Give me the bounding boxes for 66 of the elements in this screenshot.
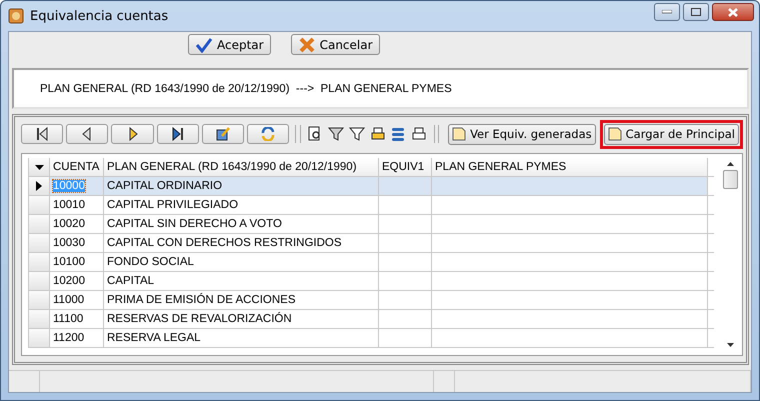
table-cell: 10030 [53,237,85,249]
table-row[interactable]: 11000 PRIMA DE EMISIÓN DE ACCIONES [28,291,714,310]
edit-icon [215,127,232,141]
scroll-up-icon[interactable] [727,162,734,166]
table-cell: CAPITAL ORDINARIO [107,180,222,192]
table-cell: 11100 [53,313,84,325]
prev-button[interactable] [66,124,108,144]
layers-icon [390,126,406,142]
action-button[interactable]: Cargar de Principal [604,124,739,144]
table-row[interactable]: 10030 CAPITAL CON DERECHOS RESTRINGIDOS [28,234,714,253]
column-header[interactable]: PLAN GENERAL (RD 1643/1990 de 20/12/1990) [104,158,379,176]
table-cell: 10020 [53,218,85,230]
table-cell: 10100 [53,256,85,268]
checkmark-icon [195,36,213,52]
accept-button[interactable]: Aceptar [188,34,271,55]
table-cell: PRIMA DE EMISIÓN DE ACCIONES [107,294,296,306]
table-cell: CAPITAL PRIVILEGIADO [107,199,238,211]
row-indicator[interactable] [28,177,50,195]
cross-icon [298,36,316,52]
close-icon [727,8,739,16]
table-row[interactable]: 10100 FONDO SOCIAL [28,253,714,272]
next-button[interactable] [111,124,154,144]
minimize-button[interactable] [654,3,680,21]
table-cell: CAPITAL [107,275,154,287]
app-icon [8,8,24,24]
refresh-button[interactable] [247,124,290,144]
last-button[interactable] [156,124,199,144]
close-button[interactable] [712,3,754,21]
table-row[interactable]: 10000 CAPITAL ORDINARIO [28,177,714,196]
column-header[interactable]: PLAN GENERAL PYMES [432,158,708,176]
minimize-icon [662,10,672,14]
table-row[interactable]: 10020 CAPITAL SIN DERECHO A VOTO [28,215,714,234]
scroll-down-icon[interactable] [727,343,734,347]
document-icon [608,127,622,141]
window-title: Equivalencia cuentas [30,8,168,24]
cancel-button[interactable]: Cancelar [290,34,380,55]
table-cell: FONDO SOCIAL [107,256,194,268]
header-menu-icon[interactable] [28,158,50,176]
table-cell: 10000 [53,180,85,192]
maximize-button[interactable] [683,3,709,21]
table-cell: 10200 [53,275,85,287]
table-cell: CAPITAL CON DERECHOS RESTRINGIDOS [107,237,342,249]
table-row[interactable]: 11200 RESERVA LEGAL [28,329,714,348]
column-header[interactable]: CUENTA [50,158,104,176]
table-row[interactable]: 10010 CAPITAL PRIVILEGIADO [28,196,714,215]
first-button[interactable] [21,124,64,144]
table-cell: CAPITAL SIN DERECHO A VOTO [107,218,282,230]
table-row[interactable]: 11100 RESERVAS DE REVALORIZACIÓN [28,310,714,329]
maximize-icon [691,8,701,16]
table-cell: RESERVAS DE REVALORIZACIÓN [107,313,292,325]
table-cell: 10010 [53,199,85,211]
table-cell: 11000 [53,294,84,306]
refresh-icon [260,127,276,141]
info-text: PLAN GENERAL (RD 1643/1990 de 20/12/1990) ---> PLAN GENERAL PYMES [40,82,452,94]
last-icon [170,127,186,141]
edit-button[interactable] [202,124,244,144]
first-icon [34,127,50,141]
scroll-thumb[interactable] [723,170,738,189]
action-button[interactable]: Ver Equiv. generadas [448,124,596,144]
print-icon [410,126,427,142]
table-cell: RESERVA LEGAL [107,332,201,344]
filter-icon [348,126,365,142]
column-header[interactable]: EQUIV1 [379,158,432,176]
table-row[interactable]: 10200 CAPITAL [28,272,714,291]
document-icon [452,127,466,141]
table-cell: 11200 [53,332,84,344]
